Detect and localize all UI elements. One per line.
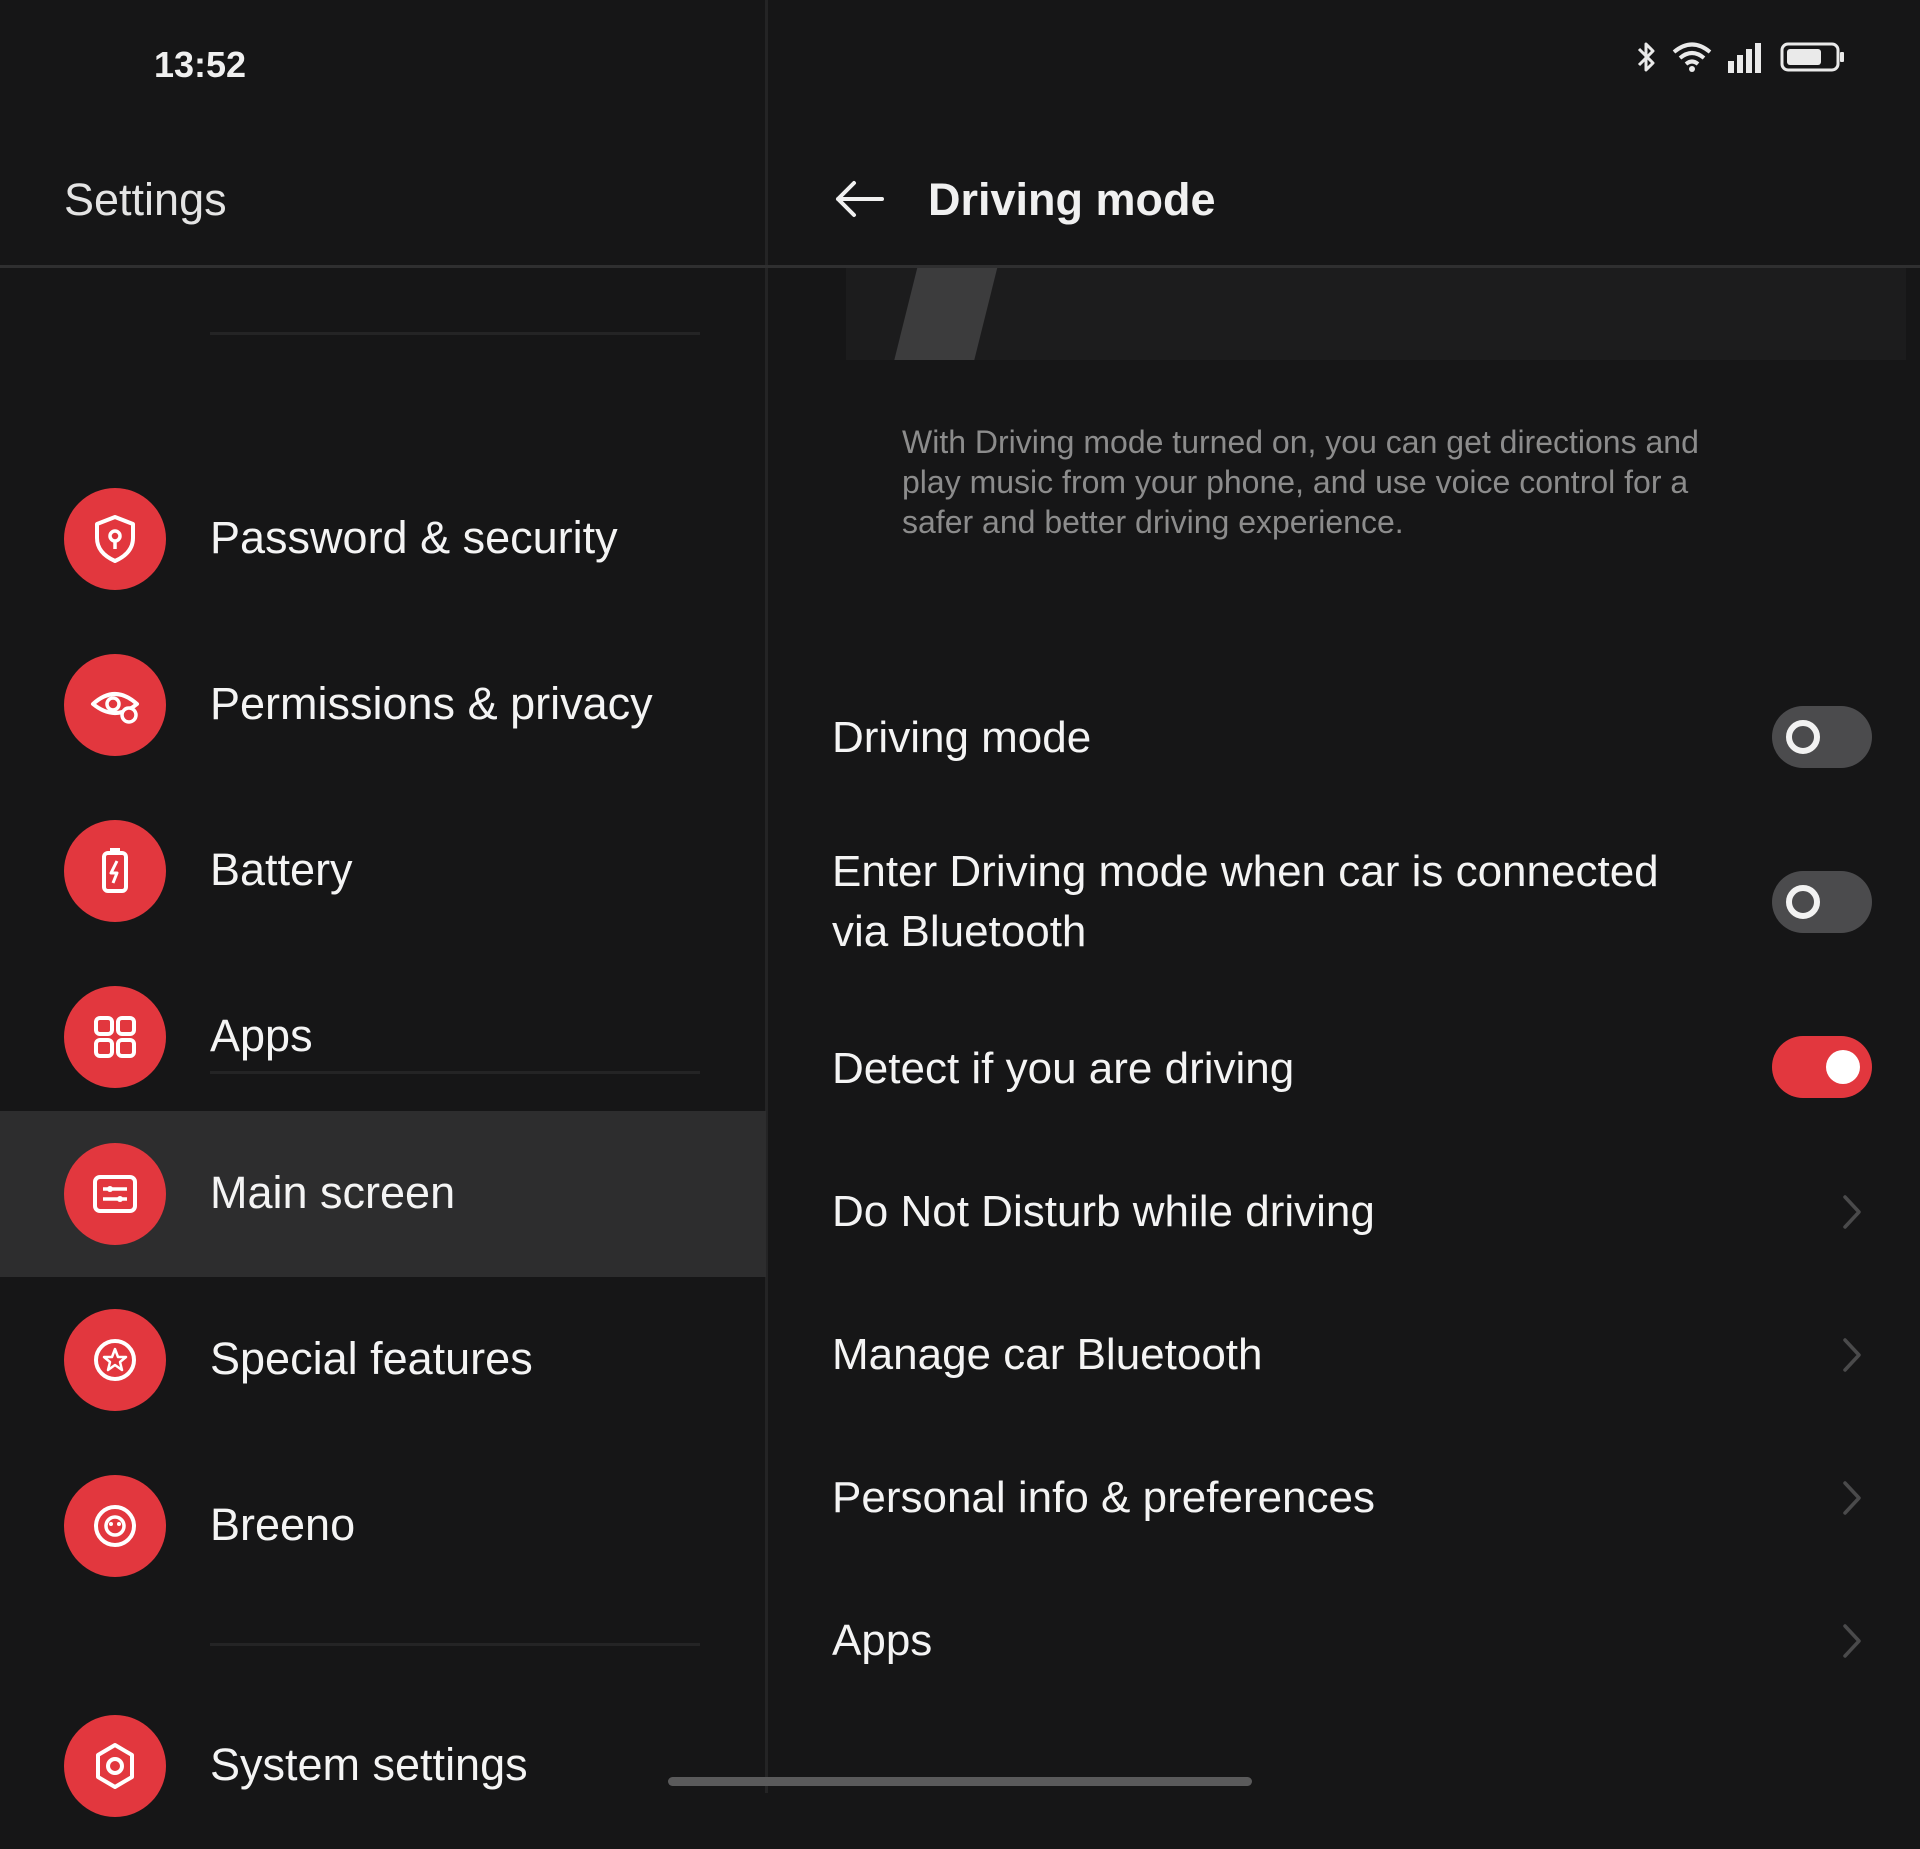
detect-driving-toggle[interactable] <box>1772 1036 1872 1098</box>
sidebar-item-label: Special features <box>210 1333 533 1384</box>
setting-detect-driving[interactable]: Detect if you are driving <box>832 1036 1872 1099</box>
sidebar-item-password-security[interactable]: Password & security <box>0 456 766 622</box>
chevron-right-icon <box>1832 1621 1872 1661</box>
setting-do-not-disturb[interactable]: Do Not Disturb while driving <box>832 1182 1872 1242</box>
wifi-icon <box>1672 41 1712 73</box>
sidebar-item-label: Breeno <box>210 1499 356 1550</box>
chevron-right-icon <box>1832 1192 1872 1232</box>
description-text: With Driving mode turned on, you can get… <box>902 424 1699 540</box>
gear-icon <box>64 1715 166 1817</box>
setting-driving-mode[interactable]: Driving mode <box>832 706 1872 768</box>
sidebar-item-battery[interactable]: Battery <box>0 788 766 954</box>
group-divider <box>210 1643 700 1646</box>
toggle-knob <box>1786 720 1820 754</box>
driving-mode-illustration <box>846 268 1906 360</box>
sidebar-item-label: Main screen <box>210 1167 456 1218</box>
toggle-knob <box>1826 1050 1860 1084</box>
setting-manage-car-bluetooth[interactable]: Manage car Bluetooth <box>832 1325 1872 1385</box>
setting-label: Driving mode <box>832 713 1092 762</box>
main-screen-icon <box>64 1143 166 1245</box>
driving-mode-toggle[interactable] <box>1772 706 1872 768</box>
sidebar-item-special-features[interactable]: Special features <box>0 1277 766 1443</box>
home-indicator[interactable] <box>668 1777 1252 1786</box>
status-time: 13:52 <box>154 44 247 85</box>
sidebar-item-label: System settings <box>210 1739 528 1790</box>
sidebar-item-label: Permissions & privacy <box>210 678 653 729</box>
group-divider <box>210 332 700 335</box>
chevron-right-icon <box>1832 1478 1872 1518</box>
back-button[interactable] <box>824 166 894 236</box>
bluetooth-icon <box>1636 40 1658 74</box>
settings-sidebar: Settings Password & security Permissions… <box>0 130 766 1817</box>
sidebar-item-permissions-privacy[interactable]: Permissions & privacy <box>0 622 766 788</box>
road-stripe <box>889 268 1003 360</box>
setting-apps[interactable]: Apps <box>832 1611 1872 1671</box>
signal-icon <box>1726 41 1766 73</box>
page-title: Driving mode <box>928 174 1216 225</box>
setting-label: Enter Driving mode when car is connected… <box>832 847 1659 956</box>
setting-label: Manage car Bluetooth <box>832 1330 1263 1379</box>
sidebar-item-apps[interactable]: Apps <box>0 954 766 1120</box>
setting-label: Personal info & preferences <box>832 1473 1375 1522</box>
setting-label: Detect if you are driving <box>832 1044 1295 1093</box>
breeno-icon <box>64 1475 166 1577</box>
settings-title: Settings <box>64 174 227 225</box>
sidebar-item-system-settings[interactable]: System settings <box>0 1683 766 1849</box>
bluetooth-auto-enter-toggle[interactable] <box>1772 871 1872 933</box>
eye-lock-icon <box>64 654 166 756</box>
sidebar-item-label: Password & security <box>210 512 618 563</box>
setting-label: Do Not Disturb while driving <box>832 1187 1375 1236</box>
sidebar-item-label: Battery <box>210 844 353 895</box>
setting-label: Apps <box>832 1616 933 1665</box>
sidebar-item-breeno[interactable]: Breeno <box>0 1443 766 1609</box>
group-divider <box>210 1071 700 1074</box>
status-icons <box>1636 40 1846 74</box>
star-badge-icon <box>64 1309 166 1411</box>
sidebar-item-label: Apps <box>210 1010 313 1061</box>
driving-mode-panel: Driving mode With Driving mode turned on… <box>768 130 1920 1793</box>
shield-lock-icon <box>64 488 166 590</box>
toggle-knob <box>1786 885 1820 919</box>
grid-apps-icon <box>64 986 166 1088</box>
back-arrow-icon <box>832 179 886 224</box>
chevron-right-icon <box>1832 1335 1872 1375</box>
setting-personal-info[interactable]: Personal info & preferences <box>832 1468 1872 1528</box>
sidebar-item-main-screen[interactable]: Main screen <box>0 1111 766 1277</box>
setting-bluetooth-auto-enter[interactable]: Enter Driving mode when car is connected… <box>832 842 1872 962</box>
battery-icon <box>1780 41 1846 73</box>
battery-charging-icon <box>64 820 166 922</box>
status-bar: 13:52 <box>0 0 1920 130</box>
